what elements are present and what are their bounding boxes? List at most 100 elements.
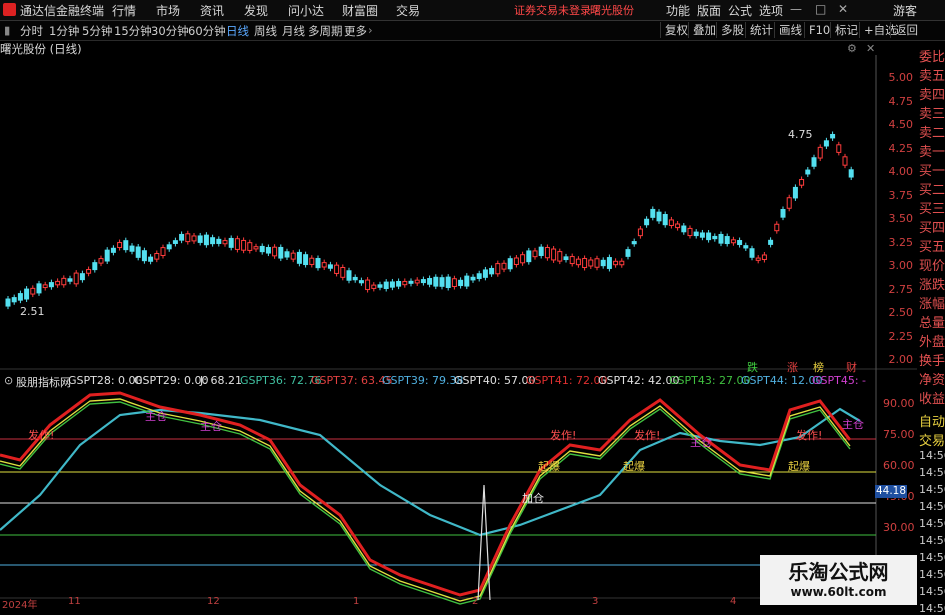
- tab-fenshi[interactable]: 分时: [20, 23, 43, 39]
- label-buy5: 买五: [919, 240, 945, 255]
- candle-body: [786, 197, 792, 209]
- candle-body: [334, 264, 340, 274]
- candle-body: [799, 178, 805, 186]
- chevron-right-icon[interactable]: ›: [368, 23, 373, 37]
- guest-button[interactable]: 游客: [893, 2, 917, 19]
- tag-zhang[interactable]: 涨: [787, 359, 798, 375]
- close-panel-icon[interactable]: ✕: [866, 42, 875, 55]
- tab-weekly[interactable]: 周线: [254, 23, 277, 39]
- candle-body: [420, 279, 426, 284]
- settings-gear-icon[interactable]: ⚙: [847, 42, 857, 55]
- menu-item-wenxiaoda[interactable]: 问小达: [288, 2, 324, 19]
- candle-body: [476, 273, 482, 279]
- indicator-toggle-icon[interactable]: ⊙: [4, 374, 13, 387]
- candle-body: [625, 249, 631, 257]
- menu-item-faxian[interactable]: 发现: [244, 2, 268, 19]
- candle-body: [346, 270, 352, 281]
- indicator-value: J: 68.21: [200, 374, 242, 387]
- period-toolbar: ▮ 分时 1分钟 5分钟 15分钟 30分钟 60分钟 日线 周线 月线 多周期…: [0, 21, 945, 41]
- tag-die[interactable]: 跌: [747, 359, 758, 375]
- button-back[interactable]: 返回: [890, 22, 918, 38]
- label-volume: 总量: [919, 316, 945, 331]
- time-label: 14:56: [919, 483, 945, 496]
- candle-body: [668, 219, 674, 226]
- indicator-name[interactable]: 股朋指标网: [16, 374, 71, 390]
- indicator-value: GSPT45: -: [812, 374, 867, 387]
- menu-item-gongshi[interactable]: 公式: [728, 2, 752, 19]
- candle-body: [327, 264, 333, 269]
- tab-monthly[interactable]: 月线: [282, 23, 305, 39]
- candle-body: [30, 287, 36, 295]
- tag-cai[interactable]: 财: [846, 359, 857, 375]
- candlestick-series: [5, 131, 854, 310]
- candle-body: [637, 228, 643, 237]
- tab-daily[interactable]: 日线: [226, 23, 249, 39]
- signal-fazuo: 发作!: [634, 429, 661, 442]
- button-tongji[interactable]: 统计: [745, 22, 773, 38]
- button-fuquan[interactable]: 复权: [660, 22, 688, 38]
- tab-more[interactable]: 更多: [344, 23, 367, 39]
- label-price: 现价: [919, 259, 945, 274]
- button-diejia[interactable]: 叠加: [688, 22, 716, 38]
- indicator-value: GSPT42: 42.00: [598, 374, 680, 387]
- tab-15min[interactable]: 15分钟: [114, 23, 152, 39]
- candle-body: [513, 257, 519, 265]
- close-icon[interactable]: ✕: [838, 2, 848, 16]
- time-label: 14:56: [919, 500, 945, 513]
- candle-body: [396, 280, 402, 287]
- menu-item-banmian[interactable]: 版面: [697, 2, 721, 19]
- menu-item-caifuquan[interactable]: 财富圈: [342, 2, 378, 19]
- signal-zhuli: 主仓: [145, 410, 167, 423]
- label-turnover: 换手: [919, 354, 945, 369]
- signal-fazuo: 发作!: [796, 429, 823, 442]
- menu-item-gongneng[interactable]: 功能: [666, 2, 690, 19]
- candle-body: [681, 225, 687, 233]
- button-huaxian[interactable]: 画线: [774, 22, 802, 38]
- tag-bang[interactable]: 榜: [813, 359, 824, 375]
- menu-item-jiaoyi[interactable]: 交易: [396, 2, 420, 19]
- candle-body: [662, 214, 668, 226]
- button-duogu[interactable]: 多股: [716, 22, 744, 38]
- candle-body: [383, 281, 389, 289]
- candle-body: [606, 257, 612, 269]
- label-sell4: 卖四: [919, 88, 945, 103]
- tab-multi-period[interactable]: 多周期: [308, 23, 343, 39]
- button-f10[interactable]: F10: [804, 22, 830, 38]
- candle-body: [340, 266, 346, 278]
- trade-button[interactable]: 交易: [919, 430, 945, 449]
- candle-body: [389, 281, 395, 288]
- collapse-icon[interactable]: ▮: [4, 23, 10, 37]
- candle-body: [129, 245, 135, 252]
- candle-body: [836, 144, 842, 153]
- candle-body: [123, 240, 129, 251]
- candle-body: [98, 258, 104, 264]
- tab-60min[interactable]: 60分钟: [188, 23, 226, 39]
- candle-body: [842, 156, 848, 166]
- candle-body: [613, 260, 619, 266]
- tab-5min[interactable]: 5分钟: [82, 23, 112, 39]
- candle-body: [718, 233, 724, 244]
- candle-body: [352, 276, 358, 281]
- menu-item-hangqing[interactable]: 行情: [112, 2, 136, 19]
- date-tick: 2: [472, 596, 479, 607]
- button-biaoji[interactable]: 标记: [830, 22, 858, 38]
- tab-1min[interactable]: 1分钟: [49, 23, 79, 39]
- indicator-value: GSPT39: 79.38: [382, 374, 464, 387]
- candle-body: [507, 258, 513, 270]
- chart-grid: [0, 55, 917, 599]
- candle-body: [780, 209, 786, 218]
- candle-body: [154, 253, 160, 260]
- candle-body: [222, 240, 228, 245]
- minimize-icon[interactable]: —: [790, 2, 802, 16]
- candle-body: [73, 272, 79, 285]
- tab-30min[interactable]: 30分钟: [151, 23, 189, 39]
- menu-item-xuanxiang[interactable]: 选项: [759, 2, 783, 19]
- auto-button[interactable]: 自动: [919, 411, 945, 430]
- menu-item-shichang[interactable]: 市场: [156, 2, 180, 19]
- menu-item-zixun[interactable]: 资讯: [200, 2, 224, 19]
- maximize-icon[interactable]: □: [815, 2, 826, 16]
- trade-login-notice[interactable]: 证券交易未登录: [514, 2, 591, 18]
- candle-body: [730, 239, 736, 244]
- price-tick: 3.75: [888, 189, 914, 202]
- date-tick: 3: [592, 596, 599, 607]
